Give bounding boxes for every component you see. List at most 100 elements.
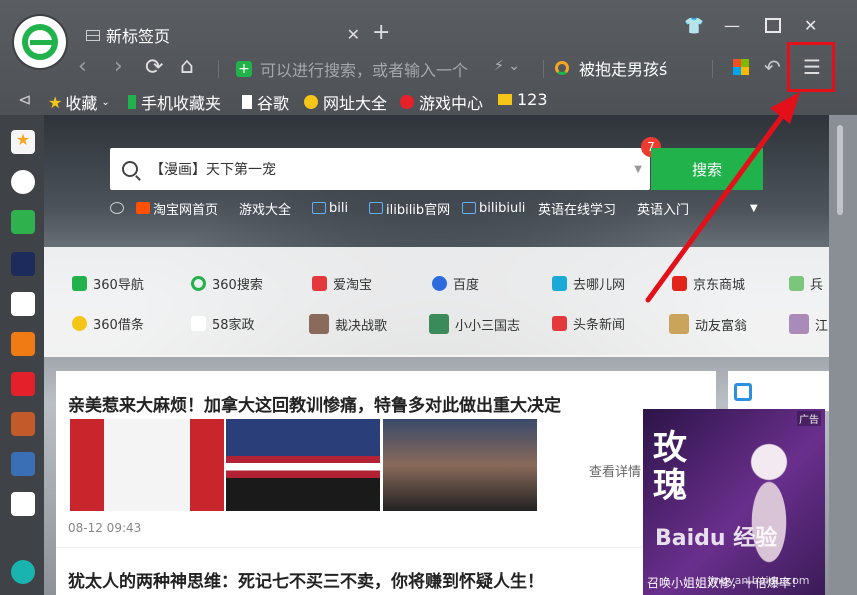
- search-button[interactable]: 搜索: [651, 148, 763, 190]
- site-tile[interactable]: 百度: [432, 274, 479, 293]
- news-photo[interactable]: [226, 419, 380, 511]
- quick-link[interactable]: bili: [312, 198, 348, 218]
- quick-link[interactable]: bilibiuli: [462, 198, 525, 218]
- forward-button[interactable]: ›: [114, 54, 123, 79]
- site-tile[interactable]: 360导航: [72, 274, 144, 293]
- quick-link-label: 淘宝网首页: [153, 202, 219, 218]
- read-more-link[interactable]: 查看详情: [589, 461, 641, 480]
- site-tile[interactable]: 360借条: [72, 314, 144, 333]
- quick-link[interactable]: [110, 198, 127, 218]
- scrollbar[interactable]: [829, 115, 857, 595]
- site-tile[interactable]: 去哪儿网: [552, 274, 625, 293]
- bookmark-folder-123[interactable]: 123: [498, 90, 548, 109]
- quick-link[interactable]: ilibilib官网: [369, 198, 450, 218]
- site-tile[interactable]: 360搜索: [191, 274, 263, 293]
- quick-link[interactable]: 淘宝网首页: [136, 198, 218, 218]
- weibo-icon[interactable]: [11, 170, 35, 194]
- site-tile[interactable]: 爱淘宝: [312, 274, 372, 293]
- search-engine-label: 被抱走男孩ś: [579, 60, 668, 79]
- bolt-icon[interactable]: ⚡ ⌄: [494, 58, 520, 74]
- bilibili-icon: [312, 202, 326, 214]
- ad-banner[interactable]: 广告 玫瑰 召唤小姐姐双修，十倍爆率！: [643, 409, 825, 595]
- bookmark-label: 谷歌: [257, 94, 290, 113]
- site-tile[interactable]: 58家政: [191, 314, 255, 333]
- site-label: 360借条: [93, 318, 144, 333]
- skin-icon[interactable]: 👕: [684, 16, 704, 35]
- word-doc-icon[interactable]: [11, 292, 35, 316]
- favorites-icon[interactable]: ★: [11, 130, 35, 154]
- game-icon: [400, 95, 414, 109]
- dropdown-icon[interactable]: ▼: [634, 164, 642, 175]
- page-icon: [242, 95, 252, 109]
- site-label: 头条新闻: [573, 318, 626, 333]
- game-app2-icon[interactable]: [11, 452, 35, 476]
- bookmark-favorites[interactable]: ★ 收藏 ⌄: [48, 90, 110, 114]
- site-tile[interactable]: 兵: [789, 274, 823, 293]
- news-headline[interactable]: 亲美惹来大麻烦！加拿大这回教训惨痛，特鲁多对此做出重大决定: [68, 391, 561, 416]
- home-button[interactable]: ⌂: [180, 54, 194, 79]
- side-widget[interactable]: [728, 371, 829, 411]
- bookmark-mobile[interactable]: 手机收藏夹: [128, 90, 221, 114]
- site-label: 兵: [810, 278, 824, 293]
- bilibili-icon: [369, 202, 383, 214]
- news-photo[interactable]: [70, 419, 224, 511]
- add-app-icon[interactable]: [11, 560, 35, 584]
- cloud-app-icon[interactable]: [11, 492, 35, 516]
- site-label: 江: [815, 318, 829, 334]
- bookmark-toggle-icon[interactable]: ⊲: [18, 90, 31, 109]
- bilibili-icon: [462, 202, 476, 214]
- close-window-button[interactable]: ✕: [804, 16, 817, 35]
- back-button[interactable]: ‹: [78, 54, 87, 79]
- site-label: 动友富翁: [695, 318, 748, 334]
- site-label: 爱淘宝: [333, 278, 373, 293]
- mail-icon[interactable]: [11, 210, 35, 234]
- quick-link-label: 英语入门: [637, 202, 690, 218]
- quick-link[interactable]: 游戏大全: [239, 198, 291, 218]
- site-icon: [191, 276, 206, 291]
- refresh-button[interactable]: ⟳: [145, 55, 163, 80]
- news-headline[interactable]: 犹太人的两种神思维：死记七不买三不卖，你将赚到怀疑人生！: [68, 567, 544, 592]
- site-tile[interactable]: 动友富翁: [669, 314, 747, 334]
- cloud-app-icon: [734, 383, 752, 401]
- site-label: 去哪儿网: [573, 278, 626, 293]
- site-tile[interactable]: 裁决战歌: [309, 314, 387, 334]
- expand-icon[interactable]: ▼: [750, 198, 758, 218]
- site-icon: [429, 314, 449, 334]
- site-tile[interactable]: 头条新闻: [552, 314, 625, 333]
- game-app-icon[interactable]: [11, 412, 35, 436]
- new-tab-button[interactable]: +: [372, 20, 390, 45]
- folder-icon: [498, 94, 512, 105]
- bookmark-google[interactable]: 谷歌: [242, 90, 289, 114]
- minimize-button[interactable]: —: [724, 16, 740, 35]
- star-icon: ★: [48, 92, 63, 112]
- close-tab-icon[interactable]: ✕: [347, 25, 360, 44]
- apps-icon[interactable]: [733, 59, 749, 75]
- site-icon: [191, 316, 206, 331]
- quick-link-label: bili: [329, 200, 349, 216]
- phone-icon: [128, 95, 136, 109]
- site-tile[interactable]: 江: [789, 314, 828, 334]
- watermark: Baidu 经验: [655, 526, 778, 551]
- mini-game-icon[interactable]: [11, 372, 35, 396]
- site-tile[interactable]: 小小三国志: [429, 314, 520, 334]
- bookmark-directory[interactable]: 网址大全: [304, 90, 387, 114]
- settings-icon: [110, 202, 124, 214]
- global-icon[interactable]: [11, 252, 35, 276]
- scrollbar-thumb[interactable]: [837, 125, 843, 215]
- site-tile[interactable]: 京东商城: [672, 274, 745, 293]
- search-input[interactable]: 【漫画】天下第一宠 ▼: [110, 148, 650, 190]
- bookmark-label: 游戏中心: [419, 94, 484, 113]
- quick-link[interactable]: 英语入门: [637, 198, 689, 218]
- quick-link[interactable]: 英语在线学习: [538, 198, 616, 218]
- search-engine-selector[interactable]: 被抱走男孩ś: [555, 56, 667, 80]
- maximize-button[interactable]: [765, 18, 781, 33]
- free-novel-icon[interactable]: [11, 332, 35, 356]
- undo-close-icon[interactable]: ↶: [764, 55, 781, 79]
- news-photo[interactable]: [383, 419, 537, 511]
- divider: [712, 60, 713, 78]
- divider: [543, 60, 544, 78]
- quick-link-label: 游戏大全: [239, 202, 292, 218]
- bookmark-games[interactable]: 游戏中心: [400, 90, 483, 114]
- browser-logo-icon[interactable]: [14, 16, 66, 68]
- tab-new-tab[interactable]: 新标签页 ✕: [76, 20, 366, 50]
